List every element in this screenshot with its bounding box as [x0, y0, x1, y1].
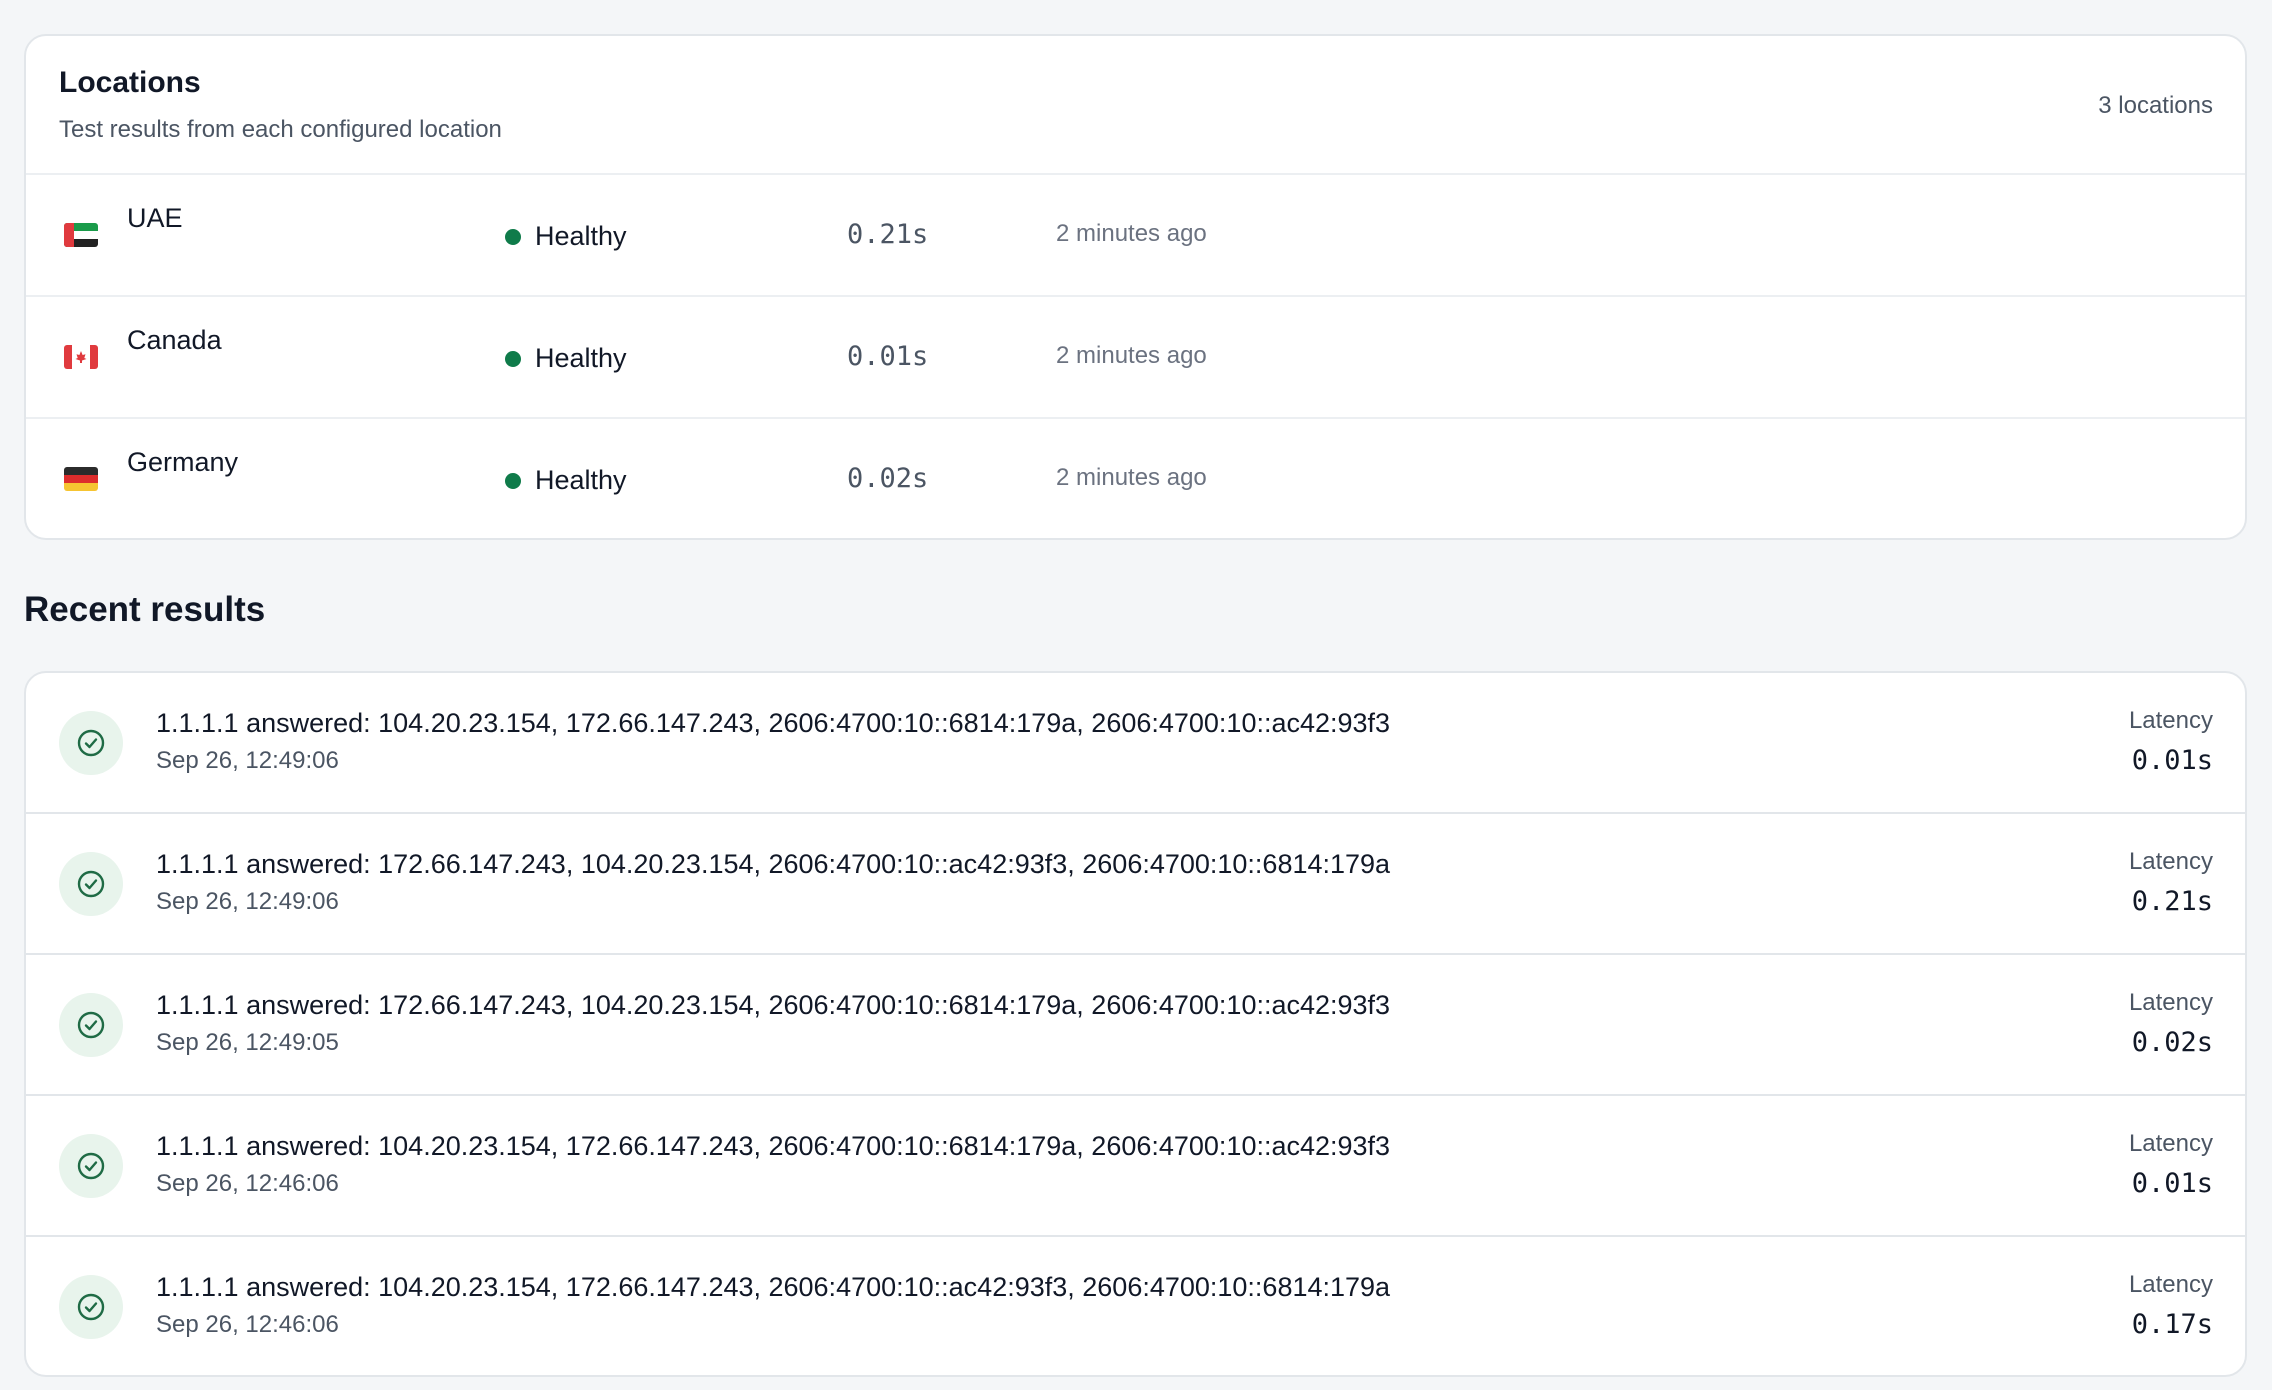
location-row-germany[interactable]: Germany Healthy 0.02s 2 minutes ago — [26, 419, 2245, 538]
result-answer: 1.1.1.1 answered: 104.20.23.154, 172.66.… — [156, 708, 1391, 738]
check-circle-icon — [59, 1275, 123, 1339]
latency-label: Latency — [2128, 848, 2213, 875]
latency-value: 0.21s — [2131, 886, 2213, 917]
latency-value: 0.01s — [2131, 745, 2213, 776]
latency-label: Latency — [2128, 1271, 2213, 1298]
status-badge: Healthy — [505, 465, 627, 496]
result-timestamp: Sep 26, 12:49:05 — [156, 1029, 339, 1056]
locations-count: 3 locations — [2098, 92, 2213, 119]
latency-value: 0.17s — [2131, 1309, 2213, 1340]
latency-label: Latency — [2128, 989, 2213, 1016]
location-name: UAE — [127, 203, 183, 233]
healthy-dot-icon — [505, 228, 521, 245]
location-name: Germany — [127, 447, 239, 477]
location-last-checked: 2 minutes ago — [1056, 342, 1207, 369]
latency-value: 0.02s — [2131, 1027, 2213, 1058]
status-label: Healthy — [535, 221, 627, 251]
result-row[interactable]: 1.1.1.1 answered: 172.66.147.243, 104.20… — [26, 814, 2245, 955]
healthy-dot-icon — [505, 472, 521, 489]
germany-flag-icon — [64, 467, 98, 491]
result-row[interactable]: 1.1.1.1 answered: 104.20.23.154, 172.66.… — [26, 1237, 2245, 1375]
result-answer: 1.1.1.1 answered: 172.66.147.243, 104.20… — [156, 990, 1391, 1020]
location-row-uae[interactable]: UAE Healthy 0.21s 2 minutes ago — [26, 175, 2245, 297]
locations-title: Locations — [59, 66, 201, 99]
check-circle-icon — [59, 1134, 123, 1198]
latency-label: Latency — [2128, 707, 2213, 734]
status-badge: Healthy — [505, 221, 627, 252]
result-timestamp: Sep 26, 12:49:06 — [156, 888, 339, 915]
location-row-canada[interactable]: Canada Healthy 0.01s 2 minutes ago — [26, 297, 2245, 419]
latency-value: 0.01s — [2131, 1168, 2213, 1199]
location-latency: 0.21s — [847, 219, 929, 250]
location-latency: 0.02s — [847, 463, 929, 494]
result-answer: 1.1.1.1 answered: 104.20.23.154, 172.66.… — [156, 1272, 1391, 1302]
uae-flag-icon — [64, 223, 98, 247]
result-answer: 1.1.1.1 answered: 104.20.23.154, 172.66.… — [156, 1131, 1391, 1161]
result-row[interactable]: 1.1.1.1 answered: 172.66.147.243, 104.20… — [26, 955, 2245, 1096]
location-latency: 0.01s — [847, 341, 929, 372]
result-timestamp: Sep 26, 12:46:06 — [156, 1170, 339, 1197]
locations-header: Locations Test results from each configu… — [26, 36, 2245, 175]
result-timestamp: Sep 26, 12:49:06 — [156, 747, 339, 774]
latency-label: Latency — [2128, 1130, 2213, 1157]
healthy-dot-icon — [505, 350, 521, 367]
locations-card: Locations Test results from each configu… — [24, 34, 2247, 540]
check-circle-icon — [59, 993, 123, 1057]
status-badge: Healthy — [505, 343, 627, 374]
result-answer: 1.1.1.1 answered: 172.66.147.243, 104.20… — [156, 849, 1391, 879]
status-label: Healthy — [535, 343, 627, 373]
result-timestamp: Sep 26, 12:46:06 — [156, 1311, 339, 1338]
locations-subtitle: Test results from each configured locati… — [59, 116, 502, 143]
status-label: Healthy — [535, 465, 627, 495]
location-last-checked: 2 minutes ago — [1056, 464, 1207, 491]
check-circle-icon — [59, 852, 123, 916]
recent-results-card: 1.1.1.1 answered: 104.20.23.154, 172.66.… — [24, 671, 2247, 1377]
recent-results-title: Recent results — [24, 590, 266, 629]
check-circle-icon — [59, 711, 123, 775]
result-row[interactable]: 1.1.1.1 answered: 104.20.23.154, 172.66.… — [26, 1096, 2245, 1237]
result-row[interactable]: 1.1.1.1 answered: 104.20.23.154, 172.66.… — [26, 673, 2245, 814]
canada-flag-icon — [64, 345, 98, 369]
location-last-checked: 2 minutes ago — [1056, 220, 1207, 247]
location-name: Canada — [127, 325, 222, 355]
